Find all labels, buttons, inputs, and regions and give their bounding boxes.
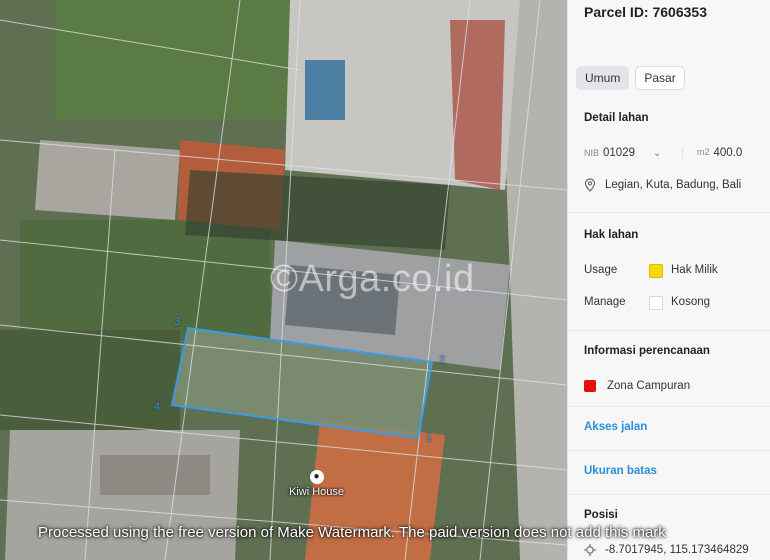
zone-swatch bbox=[584, 380, 596, 392]
satellite-map[interactable]: 3 2 1 4 ©Arga.co.id ● Kiwi House bbox=[0, 0, 567, 560]
restaurant-icon: ● bbox=[309, 470, 324, 484]
area-field[interactable]: m2 400.0 bbox=[682, 147, 742, 159]
watermark-text: ©Arga.co.id bbox=[270, 258, 475, 300]
nib-prefix: NIB bbox=[584, 148, 600, 158]
usage-value: Hak Milik bbox=[671, 264, 718, 276]
parcel-info-panel: Parcel ID: 7606353 Umum Pasar Detail lah… bbox=[567, 0, 770, 560]
akses-section: Akses jalan bbox=[568, 406, 770, 451]
usage-swatch bbox=[649, 264, 663, 278]
manage-value: Kosong bbox=[671, 296, 711, 308]
vertex-label: 1 bbox=[426, 432, 433, 444]
vertex-label: 2 bbox=[439, 354, 446, 366]
planning-section: Informasi perencanaan Zona Campuran bbox=[568, 330, 770, 407]
coords-text: -8.7017945, 115.173464829 bbox=[605, 544, 749, 556]
area-prefix: m2 bbox=[697, 147, 710, 157]
ukuran-section: Ukuran batas bbox=[568, 450, 770, 495]
footer-watermark: Processed using the free version of Make… bbox=[38, 524, 666, 541]
location-row: Legian, Kuta, Badung, Bali bbox=[584, 178, 741, 192]
akses-jalan-link[interactable]: Akses jalan bbox=[584, 421, 647, 433]
location-pin-icon bbox=[584, 178, 596, 192]
zone-value: Zona Campuran bbox=[607, 380, 691, 392]
parcel-title: Parcel ID: 7606353 bbox=[584, 4, 707, 20]
crosshair-icon bbox=[584, 544, 596, 556]
nib-field[interactable]: NIB 01029 ⌄ bbox=[584, 147, 661, 159]
usage-label: Usage bbox=[584, 264, 618, 276]
tab-bar: Umum Pasar bbox=[576, 66, 685, 90]
tab-umum[interactable]: Umum bbox=[576, 66, 630, 90]
tab-pasar[interactable]: Pasar bbox=[635, 66, 685, 90]
building bbox=[35, 140, 180, 220]
section-heading: Detail lahan bbox=[584, 112, 649, 124]
manage-label: Manage bbox=[584, 296, 626, 308]
area-value: 400.0 bbox=[713, 147, 743, 159]
vertex-label: 4 bbox=[154, 401, 161, 413]
poi-marker[interactable]: ● Kiwi House bbox=[289, 470, 344, 498]
poi-label: Kiwi House bbox=[289, 486, 345, 498]
section-heading: Hak lahan bbox=[584, 229, 639, 241]
chevron-down-icon[interactable]: ⌄ bbox=[653, 148, 661, 159]
section-heading: Informasi perencanaan bbox=[584, 345, 710, 357]
section-heading: Posisi bbox=[584, 509, 618, 521]
hak-section: Hak lahan Usage Hak Milik Manage Kosong bbox=[568, 212, 770, 331]
manage-swatch bbox=[649, 296, 663, 310]
detail-section: Detail lahan NIB 01029 ⌄ m2 400.0 Legian… bbox=[568, 100, 770, 210]
coords-row: -8.7017945, 115.173464829 bbox=[584, 544, 749, 556]
ukuran-batas-link[interactable]: Ukuran batas bbox=[584, 465, 657, 477]
location-text: Legian, Kuta, Badung, Bali bbox=[605, 179, 742, 191]
vertex-label: 3 bbox=[174, 316, 181, 328]
nib-value: 01029 bbox=[603, 147, 635, 159]
